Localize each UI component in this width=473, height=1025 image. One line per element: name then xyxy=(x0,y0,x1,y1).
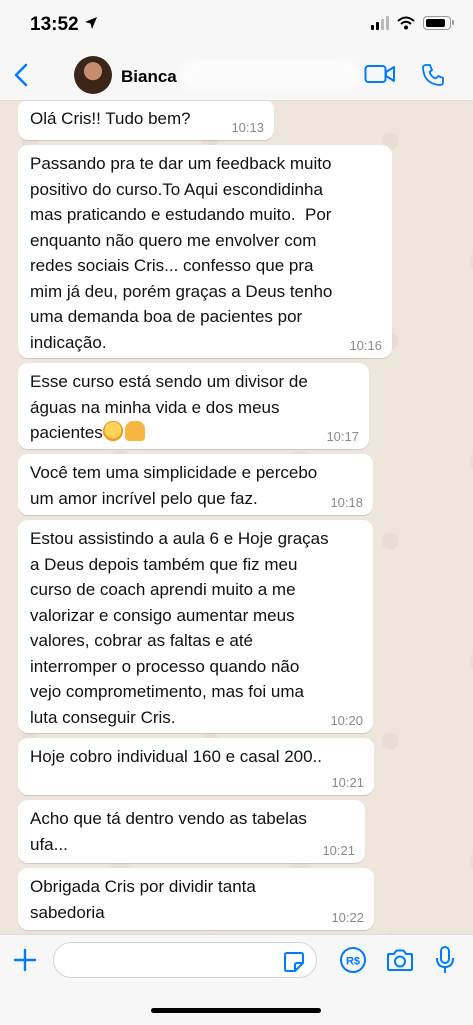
svg-text:R$: R$ xyxy=(346,956,360,968)
status-time: 13:52 xyxy=(30,14,79,35)
avatar[interactable] xyxy=(74,56,112,94)
video-call-icon[interactable] xyxy=(364,63,396,85)
status-bar: 13:52 xyxy=(0,0,473,50)
message-time: 10:18 xyxy=(330,495,363,510)
message-time: 10:16 xyxy=(349,338,382,353)
message-time: 10:22 xyxy=(331,910,364,925)
status-indicators xyxy=(371,16,454,30)
message-input[interactable] xyxy=(53,942,317,978)
message-bubble[interactable]: Você tem uma simplicidade e percebo um a… xyxy=(18,454,373,515)
message-bubble[interactable]: Acho que tá dentro vendo as tabelas ufa.… xyxy=(18,800,365,863)
message-text: Obrigada Cris por dividir tanta sabedori… xyxy=(30,877,256,922)
message-time: 10:17 xyxy=(326,429,359,444)
message-bubble[interactable]: Passando pra te dar um feedback muito po… xyxy=(18,145,392,358)
message-time: 10:21 xyxy=(322,843,355,858)
home-indicator xyxy=(151,1008,321,1013)
chat-area[interactable]: Olá Cris!! Tudo bem? 10:13 Passando pra … xyxy=(0,101,473,934)
message-bubble[interactable]: Hoje cobro individual 160 e casal 200.. … xyxy=(18,738,374,795)
wifi-icon xyxy=(397,16,415,30)
message-bubble[interactable]: Olá Cris!! Tudo bem? 10:13 xyxy=(18,101,274,140)
message-time: 10:21 xyxy=(331,775,364,790)
contact-name[interactable]: Bianca xyxy=(121,67,177,87)
message-text: Esse curso está sendo um divisor de água… xyxy=(30,372,308,442)
message-text: Passando pra te dar um feedback muito po… xyxy=(30,154,333,352)
folded-hands-emoji xyxy=(124,421,145,441)
redacted-name xyxy=(180,60,360,90)
chat-header: Bianca xyxy=(0,50,473,101)
battery-icon xyxy=(423,16,454,30)
message-bubble[interactable]: Estou assistindo a aula 6 e Hoje graças … xyxy=(18,520,373,733)
phone-call-icon[interactable] xyxy=(421,63,445,87)
microphone-icon[interactable] xyxy=(435,945,455,975)
sticker-icon[interactable] xyxy=(283,951,305,973)
camera-icon[interactable] xyxy=(386,947,414,973)
smiling-face-with-hearts-emoji xyxy=(102,421,123,441)
message-text: Olá Cris!! Tudo bem? xyxy=(30,109,191,128)
signal-icon xyxy=(371,16,389,30)
message-text: Você tem uma simplicidade e percebo um a… xyxy=(30,463,318,508)
message-text: Hoje cobro individual 160 e casal 200.. xyxy=(30,747,323,766)
message-text: Acho que tá dentro vendo as tabelas ufa.… xyxy=(30,809,307,854)
payment-icon[interactable]: R$ xyxy=(339,946,367,974)
plus-icon[interactable] xyxy=(12,947,38,973)
location-arrow-icon xyxy=(85,17,97,29)
message-time: 10:13 xyxy=(231,120,264,135)
message-bubble[interactable]: Obrigada Cris por dividir tanta sabedori… xyxy=(18,868,374,930)
back-chevron-icon[interactable] xyxy=(12,63,32,87)
message-bubble[interactable]: Esse curso está sendo um divisor de água… xyxy=(18,363,369,449)
message-text: Estou assistindo a aula 6 e Hoje graças … xyxy=(30,529,329,727)
message-time: 10:20 xyxy=(330,713,363,728)
